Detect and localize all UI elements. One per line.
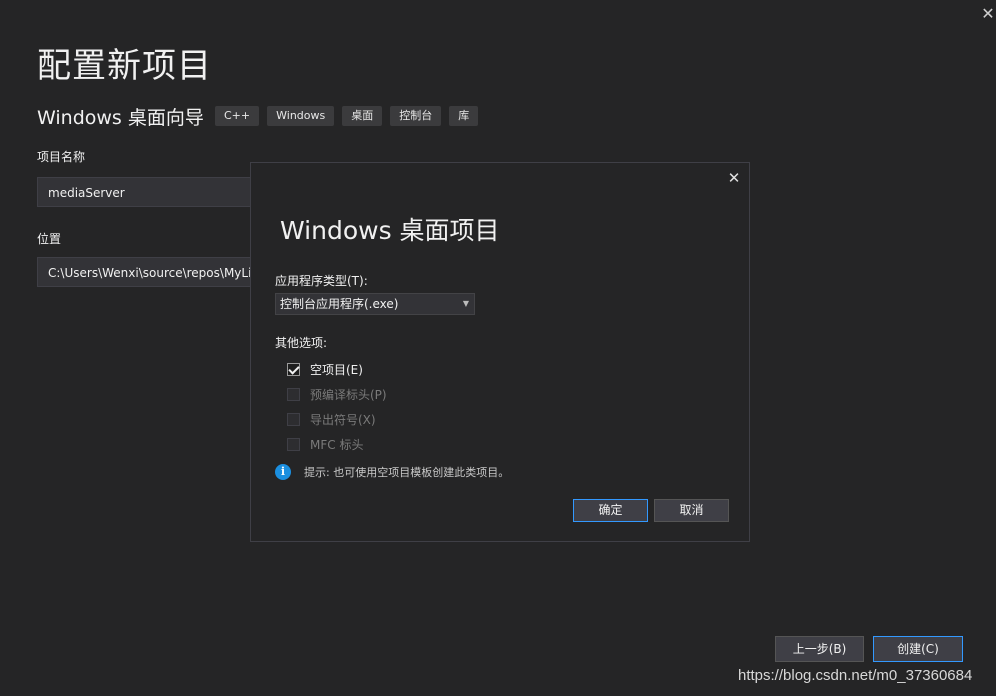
hint-text: 提示: 也可使用空项目模板创建此类项目。 [304,466,510,479]
tag-library: 库 [449,106,479,126]
window-close-icon[interactable]: ✕ [978,4,996,24]
option-export-symbols: 导出符号(X) [287,410,376,428]
back-button[interactable]: 上一步(B) [775,636,864,662]
location-input[interactable]: C:\Users\Wenxi\source\repos\MyLi [37,257,257,287]
create-button[interactable]: 创建(C) [873,636,963,662]
other-options-label: 其他选项: [275,336,328,350]
export-symbols-label: 导出符号(X) [310,412,376,427]
template-tags: C++ Windows 桌面 控制台 库 [215,106,479,126]
option-empty-project[interactable]: 空项目(E) [287,360,363,378]
project-name-input[interactable]: mediaServer [37,177,257,207]
cancel-button[interactable]: 取消 [654,499,729,522]
dialog-hint: i 提示: 也可使用空项目模板创建此类项目。 [275,464,509,480]
location-label: 位置 [37,232,62,246]
info-icon: i [275,464,291,480]
page-title: 配置新项目 [37,46,212,86]
app-type-label: 应用程序类型(T): [275,274,368,288]
template-name: Windows 桌面向导 [37,107,204,129]
watermark-text: https://blog.csdn.net/m0_37360684 [738,667,973,684]
tag-windows: Windows [267,106,335,126]
app-type-select[interactable]: 控制台应用程序(.exe) ▼ [275,293,475,315]
dialog-title: Windows 桌面项目 [280,216,500,245]
ok-button[interactable]: 确定 [573,499,648,522]
chevron-down-icon: ▼ [462,299,469,308]
precompiled-header-checkbox [287,387,300,401]
tag-console: 控制台 [390,106,442,126]
dialog-close-icon[interactable]: ✕ [725,169,743,187]
empty-project-label: 空项目(E) [310,362,363,377]
desktop-project-dialog: ✕ Windows 桌面项目 应用程序类型(T): 控制台应用程序(.exe) … [250,162,750,542]
tag-desktop: 桌面 [342,106,383,126]
tag-cpp: C++ [215,106,260,126]
option-precompiled-header: 预编译标头(P) [287,385,387,403]
empty-project-checkbox[interactable] [287,362,300,376]
export-symbols-checkbox [287,412,300,426]
mfc-headers-label: MFC 标头 [310,437,364,452]
option-mfc-headers: MFC 标头 [287,435,363,453]
app-type-value: 控制台应用程序(.exe) [280,297,399,311]
project-name-label: 项目名称 [37,150,86,164]
precompiled-header-label: 预编译标头(P) [310,387,387,402]
mfc-headers-checkbox [287,437,300,451]
